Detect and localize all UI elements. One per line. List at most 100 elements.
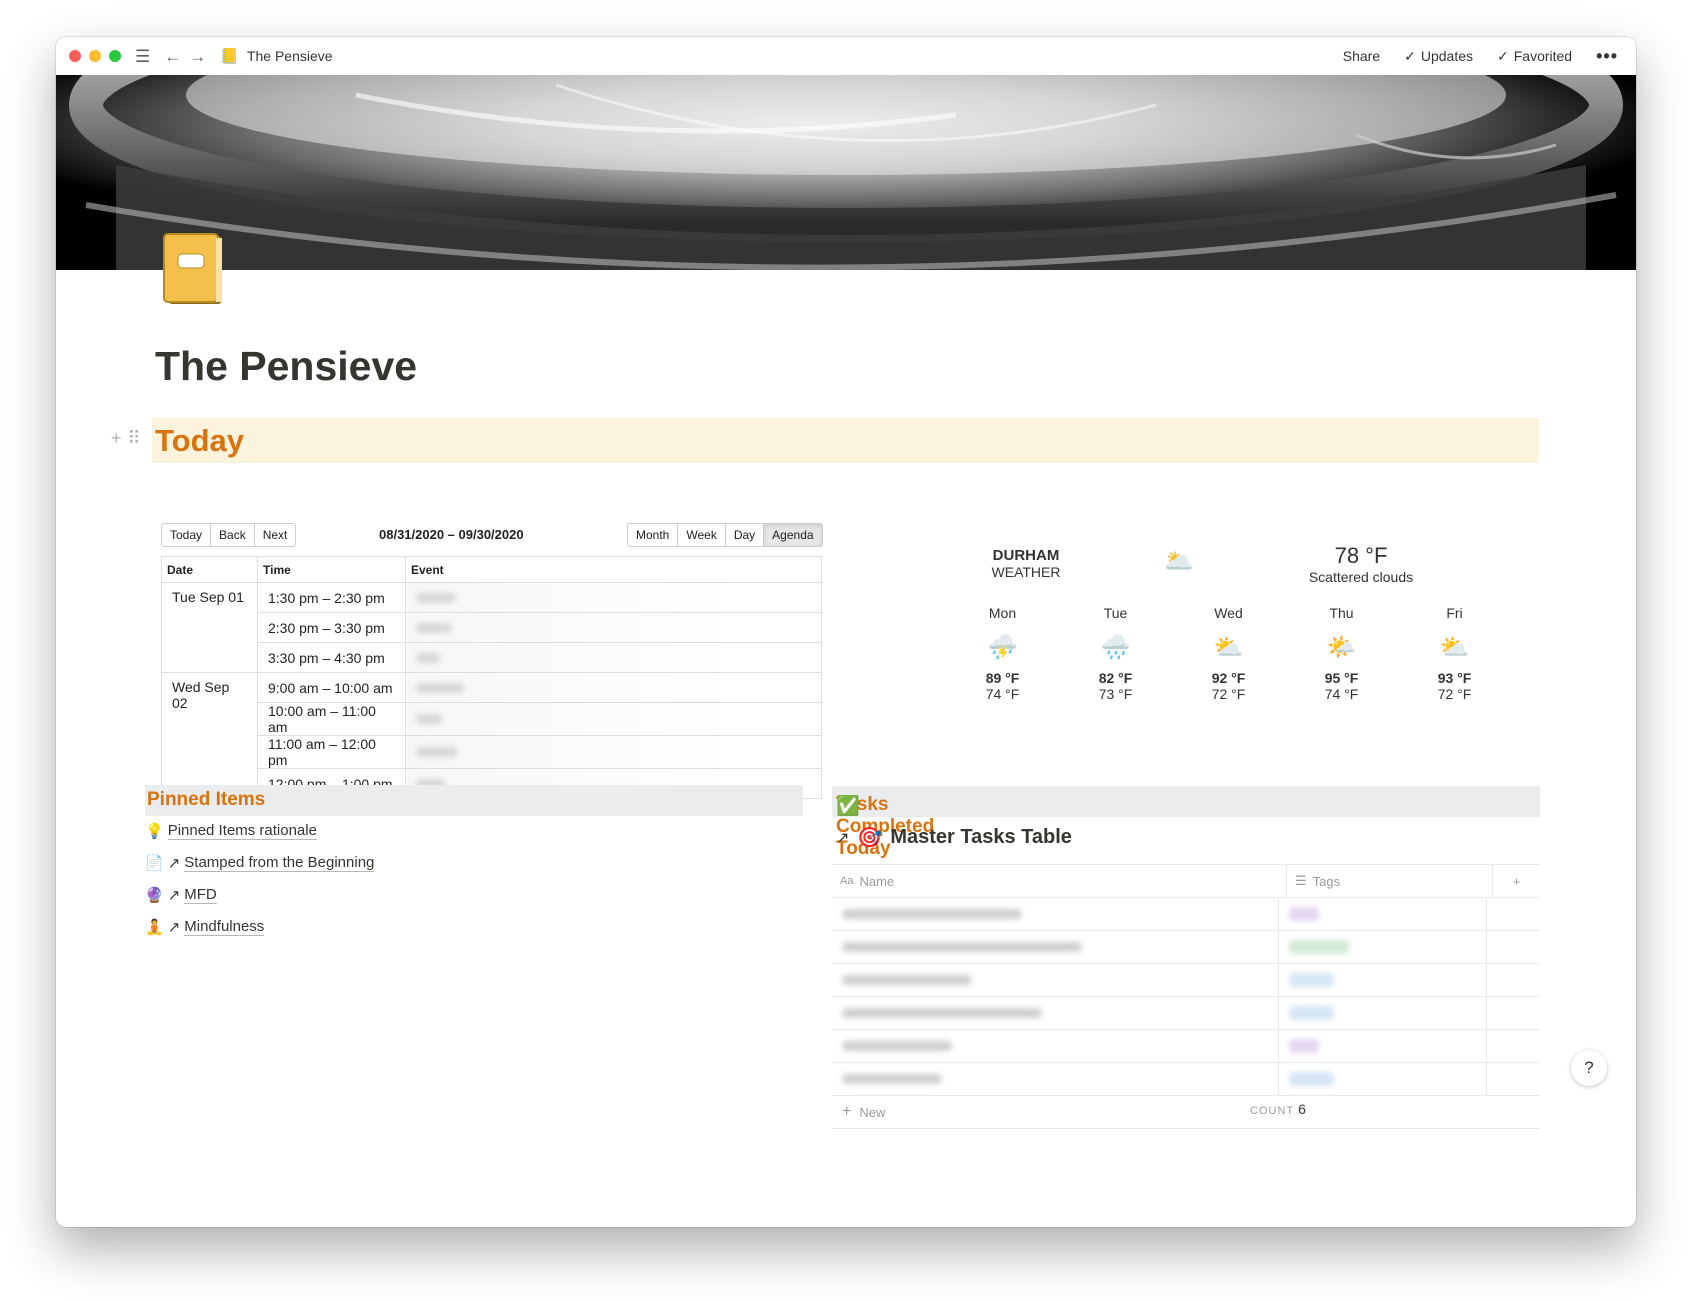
back-arrow-icon[interactable]: ← — [164, 48, 181, 65]
updates-button[interactable]: ✓ Updates — [1404, 48, 1473, 65]
calendar-nav-group: Today Back Next — [161, 523, 297, 547]
pinned-item[interactable]: 🧘 ↗ Mindfulness — [145, 911, 374, 943]
calendar-month-button[interactable]: Month — [627, 523, 679, 547]
forecast-low: 74 °F — [985, 686, 1020, 702]
pinned-list: 💡 Pinned Items rationale 📄 ↗ Stamped fro… — [145, 815, 375, 943]
agenda-time: 10:00 am – 11:00 am — [257, 702, 406, 736]
agenda-row[interactable]: Tue Sep 01 1:30 pm – 2:30 pm — [161, 582, 822, 673]
calendar-week-button[interactable]: Week — [677, 523, 726, 547]
add-row-button[interactable]: + New — [832, 1096, 1540, 1129]
forecast-low: 74 °F — [1324, 686, 1359, 702]
pinned-item[interactable]: 🔮 ↗ MFD — [145, 879, 374, 911]
forecast-day-name: Tue — [1103, 605, 1128, 621]
agenda-event[interactable] — [405, 702, 822, 736]
sun-cloud-icon: ⛅ — [1439, 634, 1470, 661]
minimize-window-button[interactable] — [89, 50, 101, 62]
weather-forecast: Mon ⛈️ 89 °F 74 °F Tue 🌧️ 82 °F 73 °F We… — [946, 605, 1511, 702]
pinned-item-label[interactable]: Pinned Items rationale — [167, 822, 317, 840]
agenda-event[interactable] — [405, 582, 822, 613]
count-label: COUNT — [1250, 1105, 1295, 1117]
calendar-day-button[interactable]: Day — [724, 523, 765, 547]
link-arrow-icon: ↗ — [836, 829, 850, 847]
forecast-day: Fri ⛅ 93 °F 72 °F — [1398, 605, 1511, 702]
link-arrow-icon: ↗ — [167, 855, 181, 872]
agenda-time: 9:00 am – 10:00 am — [257, 672, 406, 703]
forward-arrow-icon[interactable]: → — [189, 48, 206, 65]
pinned-item[interactable]: 💡 Pinned Items rationale — [145, 815, 374, 847]
table-row[interactable] — [832, 1063, 1540, 1096]
share-button[interactable]: Share — [1343, 48, 1380, 64]
pinned-item-label[interactable]: Stamped from the Beginning — [184, 854, 375, 872]
help-button[interactable]: ? — [1571, 1050, 1607, 1086]
forecast-day-name: Fri — [1446, 605, 1463, 621]
agenda-event[interactable] — [405, 672, 822, 703]
forecast-high: 82 °F — [1098, 670, 1133, 686]
weather-location: DURHAM WEATHER — [966, 547, 1086, 580]
table-header: Aa Name ☰ Tags + — [832, 864, 1540, 898]
favorited-button[interactable]: ✓ Favorited — [1497, 48, 1572, 65]
column-tags-header[interactable]: ☰ Tags — [1287, 865, 1493, 897]
calendar-next-button[interactable]: Next — [253, 523, 297, 547]
check-icon: ✓ — [1404, 47, 1416, 64]
column-name-label: Name — [859, 873, 895, 889]
agenda-event[interactable] — [405, 735, 822, 769]
drag-handle-icon[interactable]: ⠿ — [128, 428, 141, 449]
forecast-low: 72 °F — [1437, 686, 1472, 702]
tasks-heading-block[interactable]: Tasks Completed Today ✅ — [832, 786, 1540, 859]
column-name-header[interactable]: Aa Name — [832, 865, 1287, 897]
table-row[interactable] — [832, 964, 1540, 997]
cover-image[interactable] — [56, 75, 1636, 270]
titlebar: ☰ ← → 📒 The Pensieve Share ✓ Updates ✓ Fav… — [56, 37, 1636, 75]
row-count[interactable]: COUNT 6 — [1250, 1101, 1306, 1117]
calendar-agenda-button[interactable]: Agenda — [763, 523, 823, 547]
linked-database-title[interactable]: ↗ 🎯 Master Tasks Table — [836, 825, 1072, 850]
forecast-high: 89 °F — [985, 670, 1020, 686]
table-row[interactable] — [832, 997, 1540, 1030]
agenda-row[interactable]: 11:00 am – 12:00 pm — [162, 735, 822, 769]
favorited-label: Favorited — [1513, 47, 1573, 64]
agenda-date: Wed Sep 02 — [161, 672, 258, 799]
agenda-table: Date Time Event Tue Sep 01 1:30 pm – 2:3… — [161, 556, 822, 799]
column-tags-label: Tags — [1312, 873, 1341, 889]
close-window-button[interactable] — [69, 50, 81, 62]
forecast-high: 92 °F — [1211, 670, 1246, 686]
table-row[interactable] — [832, 931, 1540, 964]
current-temperature: 78 °F — [1334, 543, 1388, 568]
table-row[interactable] — [832, 1030, 1540, 1063]
pinned-item-label[interactable]: MFD — [184, 886, 217, 904]
pinned-heading: Pinned Items — [147, 789, 266, 810]
page-icon: 📄 — [145, 855, 164, 872]
pinned-heading-block[interactable]: Pinned Items — [145, 785, 803, 816]
agenda-row[interactable]: 3:30 pm – 4:30 pm — [162, 642, 822, 673]
agenda-event[interactable] — [405, 612, 822, 643]
list-property-icon: ☰ — [1295, 873, 1307, 888]
more-options-icon[interactable]: ••• — [1596, 46, 1618, 67]
calendar-back-button[interactable]: Back — [210, 523, 255, 547]
agenda-row[interactable]: 2:30 pm – 3:30 pm — [162, 612, 822, 643]
pinned-item[interactable]: 📄 ↗ Stamped from the Beginning — [145, 847, 375, 879]
agenda-event[interactable] — [405, 642, 822, 673]
plus-icon: + — [842, 1103, 852, 1120]
add-column-button[interactable]: + — [1493, 874, 1540, 889]
agenda-row[interactable]: 10:00 am – 11:00 am — [162, 702, 822, 736]
sidebar-menu-icon[interactable]: ☰ — [135, 48, 150, 65]
pinned-item-label[interactable]: Mindfulness — [184, 918, 265, 936]
agenda-time: 1:30 pm – 2:30 pm — [257, 582, 406, 613]
table-row[interactable] — [832, 898, 1540, 931]
zoom-window-button[interactable] — [109, 50, 121, 62]
breadcrumb[interactable]: 📒 The Pensieve — [220, 47, 332, 65]
pensieve-basin-illustration — [69, 75, 1623, 270]
today-heading: Today — [155, 423, 244, 458]
block-handle[interactable]: + ⠿ — [111, 428, 141, 449]
forecast-day-name: Wed — [1214, 605, 1243, 621]
add-block-icon[interactable]: + — [111, 428, 122, 449]
current-conditions: Scattered clouds — [1308, 569, 1414, 585]
agenda-time: 11:00 am – 12:00 pm — [257, 735, 406, 769]
agenda-row[interactable]: Wed Sep 02 9:00 am – 10:00 am — [161, 672, 822, 799]
count-value: 6 — [1298, 1101, 1306, 1117]
today-heading-block[interactable]: Today — [152, 418, 1539, 463]
calendar-today-button[interactable]: Today — [161, 523, 212, 547]
page-title[interactable]: The Pensieve — [155, 343, 417, 390]
link-arrow-icon: ↗ — [167, 919, 181, 936]
notebook-icon[interactable] — [162, 232, 226, 308]
